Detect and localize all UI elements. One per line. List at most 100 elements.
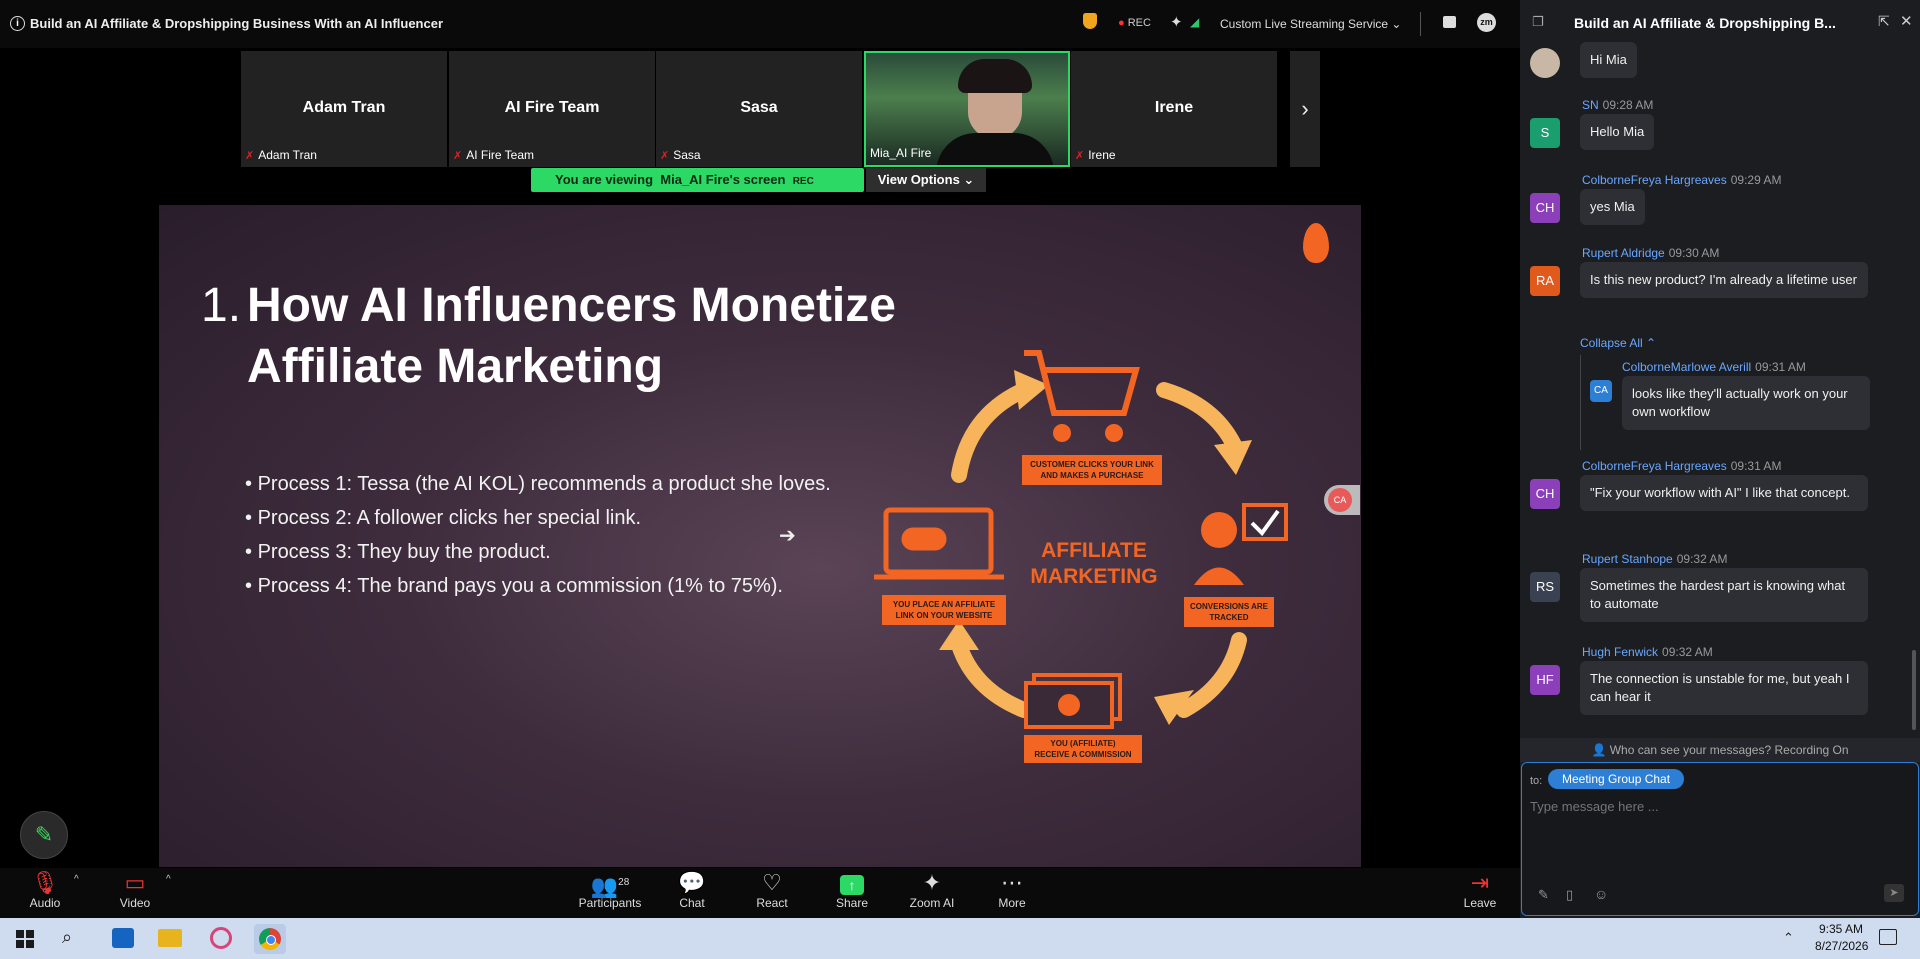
sparkle-icon: ✦ <box>922 870 942 895</box>
diagram-label-bottom: YOU (AFFILIATE) <box>1050 739 1116 748</box>
message-sender: ColborneMarlowe Averill 09:31 AM <box>1622 360 1806 374</box>
open-external-icon[interactable]: ⇱ <box>1878 13 1890 30</box>
participant-name: Sasa <box>740 99 778 116</box>
participant-tile[interactable]: Irene ✗ Irene <box>1071 51 1277 167</box>
message-sender: Rupert Aldridge 09:30 AM <box>1582 246 1720 260</box>
chat-title: Build an AI Affiliate & Dropshipping B..… <box>1574 15 1836 31</box>
bullet-item: Process 2: A follower clicks her special… <box>245 501 831 535</box>
avatar: CA <box>1590 380 1612 402</box>
avatar <box>1530 48 1560 78</box>
video-options-chevron-icon[interactable]: ^ <box>166 874 171 885</box>
message-text: The connection is unstable for me, but y… <box>1580 661 1868 715</box>
message-text: "Fix your workflow with AI" I like that … <box>1580 475 1868 511</box>
video-button[interactable]: ▭ Video <box>95 868 175 910</box>
search-icon[interactable]: ⌕ <box>62 927 72 948</box>
mic-off-icon: ✗ <box>660 150 670 162</box>
message-text: looks like they'll actually work on your… <box>1622 376 1870 430</box>
active-speaker-tile[interactable]: Mia_AI Fire <box>864 51 1070 167</box>
file-explorer-icon[interactable] <box>158 929 182 947</box>
participants-icon: 👥28 <box>590 873 630 899</box>
attach-file-icon[interactable]: ▯ <box>1566 887 1573 903</box>
system-tray-chevron-icon[interactable]: ⌃ <box>1783 930 1794 946</box>
notification-icon[interactable] <box>1879 929 1897 945</box>
leave-door-icon: ⇥ <box>1470 870 1490 895</box>
annotate-pencil-icon[interactable]: ✎ <box>20 811 68 859</box>
chat-scrollbar[interactable] <box>1912 650 1916 730</box>
more-dots-icon: ⋯ <box>1001 870 1023 895</box>
chrome-center <box>266 935 276 945</box>
view-options-button[interactable]: View Options ⌄ <box>866 168 986 192</box>
sparkle-icon[interactable]: ✦ <box>1170 13 1183 31</box>
calendar-icon[interactable] <box>1443 16 1456 28</box>
message-input[interactable] <box>1528 795 1902 817</box>
avatar: HF <box>1530 665 1560 695</box>
clock-time: 9:35 AM <box>1818 922 1863 936</box>
diagram-label-left: YOU PLACE AN AFFILIATE <box>893 600 996 609</box>
fire-logo-icon <box>1303 223 1329 263</box>
zoom-ai-button[interactable]: ✦ Zoom AI <box>892 868 972 910</box>
diagram-center-line: MARKETING <box>1030 565 1157 588</box>
user-badge[interactable]: CA <box>1324 485 1360 515</box>
message-sender: ColborneFreya Hargreaves 09:29 AM <box>1582 173 1782 187</box>
leave-button[interactable]: ⇥ Leave <box>1440 868 1520 910</box>
shield-icon[interactable] <box>1083 13 1097 29</box>
bullet-item: Process 3: They buy the product. <box>245 535 831 569</box>
audio-options-chevron-icon[interactable]: ^ <box>74 874 79 885</box>
mic-off-icon: ✗ <box>453 150 463 162</box>
audio-button[interactable]: 🎙 Audio <box>5 868 85 910</box>
shared-screen-slide: 1. How AI Influencers Monetize Affiliate… <box>159 205 1361 867</box>
cycle-arrow-icon <box>951 637 1032 718</box>
info-icon[interactable]: i <box>10 16 25 31</box>
store-app-icon[interactable] <box>112 928 134 948</box>
to-label: to: <box>1530 775 1543 787</box>
laptop-icon <box>874 507 1004 580</box>
message-sender: SN 09:28 AM <box>1582 98 1654 112</box>
viewing-banner: You are viewing Mia_AI Fire's screen REC <box>531 168 864 192</box>
participant-tile[interactable]: Adam Tran ✗ Adam Tran <box>241 51 447 167</box>
chat-panel: ❐ Build an AI Affiliate & Dropshipping B… <box>1520 0 1920 918</box>
zoom-apps-icon[interactable]: zm <box>1477 13 1496 32</box>
format-text-icon[interactable]: ✎ <box>1538 887 1549 903</box>
speaker-hair <box>958 59 1032 93</box>
participant-tile[interactable]: Sasa ✗ Sasa <box>656 51 862 167</box>
diagram-label-bottom: RECEIVE A COMMISSION <box>1034 750 1131 759</box>
taskbar-clock[interactable]: 9:35 AM 8/27/2026 <box>1815 922 1868 953</box>
heart-icon: ♡ <box>762 870 782 895</box>
signal-icon: ◢ <box>1190 15 1200 29</box>
diagram-label-top: CUSTOMER CLICKS YOUR LINK <box>1030 460 1154 469</box>
send-icon[interactable]: ➤ <box>1884 884 1904 902</box>
message-text: Hello Mia <box>1580 114 1655 150</box>
windows-taskbar: ⌕ ⌃ 9:35 AM 8/27/2026 <box>0 918 1920 959</box>
popout-chat-icon[interactable]: ❐ <box>1532 14 1544 30</box>
avatar: CH <box>1530 479 1560 509</box>
participant-name: Adam Tran <box>302 99 386 116</box>
cycle-arrow-icon <box>1176 632 1247 718</box>
share-arrow-icon: ↑ <box>812 868 892 896</box>
speaker-body <box>936 133 1054 165</box>
next-page-arrow-icon[interactable]: › <box>1290 51 1320 167</box>
more-button[interactable]: ⋯ More <box>972 868 1052 910</box>
snipping-tool-icon[interactable] <box>210 927 232 949</box>
shopping-cart-icon <box>1024 350 1140 442</box>
message-text: Sometimes the hardest part is knowing wh… <box>1580 568 1868 622</box>
bullet-item: Process 4: The brand pays you a commissi… <box>245 569 831 603</box>
react-button[interactable]: ♡ React <box>732 868 812 910</box>
collapse-all-link[interactable]: Collapse All ⌃ <box>1580 336 1656 350</box>
tracked-customer-icon <box>1194 503 1288 585</box>
recipient-selector[interactable]: Meeting Group Chat <box>1548 769 1685 789</box>
avatar: RS <box>1530 572 1560 602</box>
recording-notice[interactable]: 👤 Who can see your messages? Recording O… <box>1520 738 1920 762</box>
message-text: yes Mia <box>1580 189 1645 225</box>
windows-start-icon[interactable] <box>16 930 34 948</box>
avatar: CH <box>1530 193 1560 223</box>
chat-bubble-icon: 💬 <box>678 870 706 895</box>
close-icon[interactable]: ✕ <box>1900 12 1913 30</box>
chrome-taskbar-item[interactable] <box>254 924 286 954</box>
streaming-menu[interactable]: Custom Live Streaming Service ⌄ <box>1220 17 1401 31</box>
participant-tile[interactable]: AI Fire Team ✗ AI Fire Team <box>449 51 655 167</box>
share-button[interactable]: ↑ Share <box>812 868 892 910</box>
participants-button[interactable]: 👥28 Participants <box>570 868 650 910</box>
emoji-icon[interactable]: ☺ <box>1594 886 1608 902</box>
chat-button[interactable]: 💬 Chat <box>652 868 732 910</box>
affiliate-diagram: AFFILIATE MARKETING CUSTOMER CLICKS YOUR… <box>874 350 1288 763</box>
